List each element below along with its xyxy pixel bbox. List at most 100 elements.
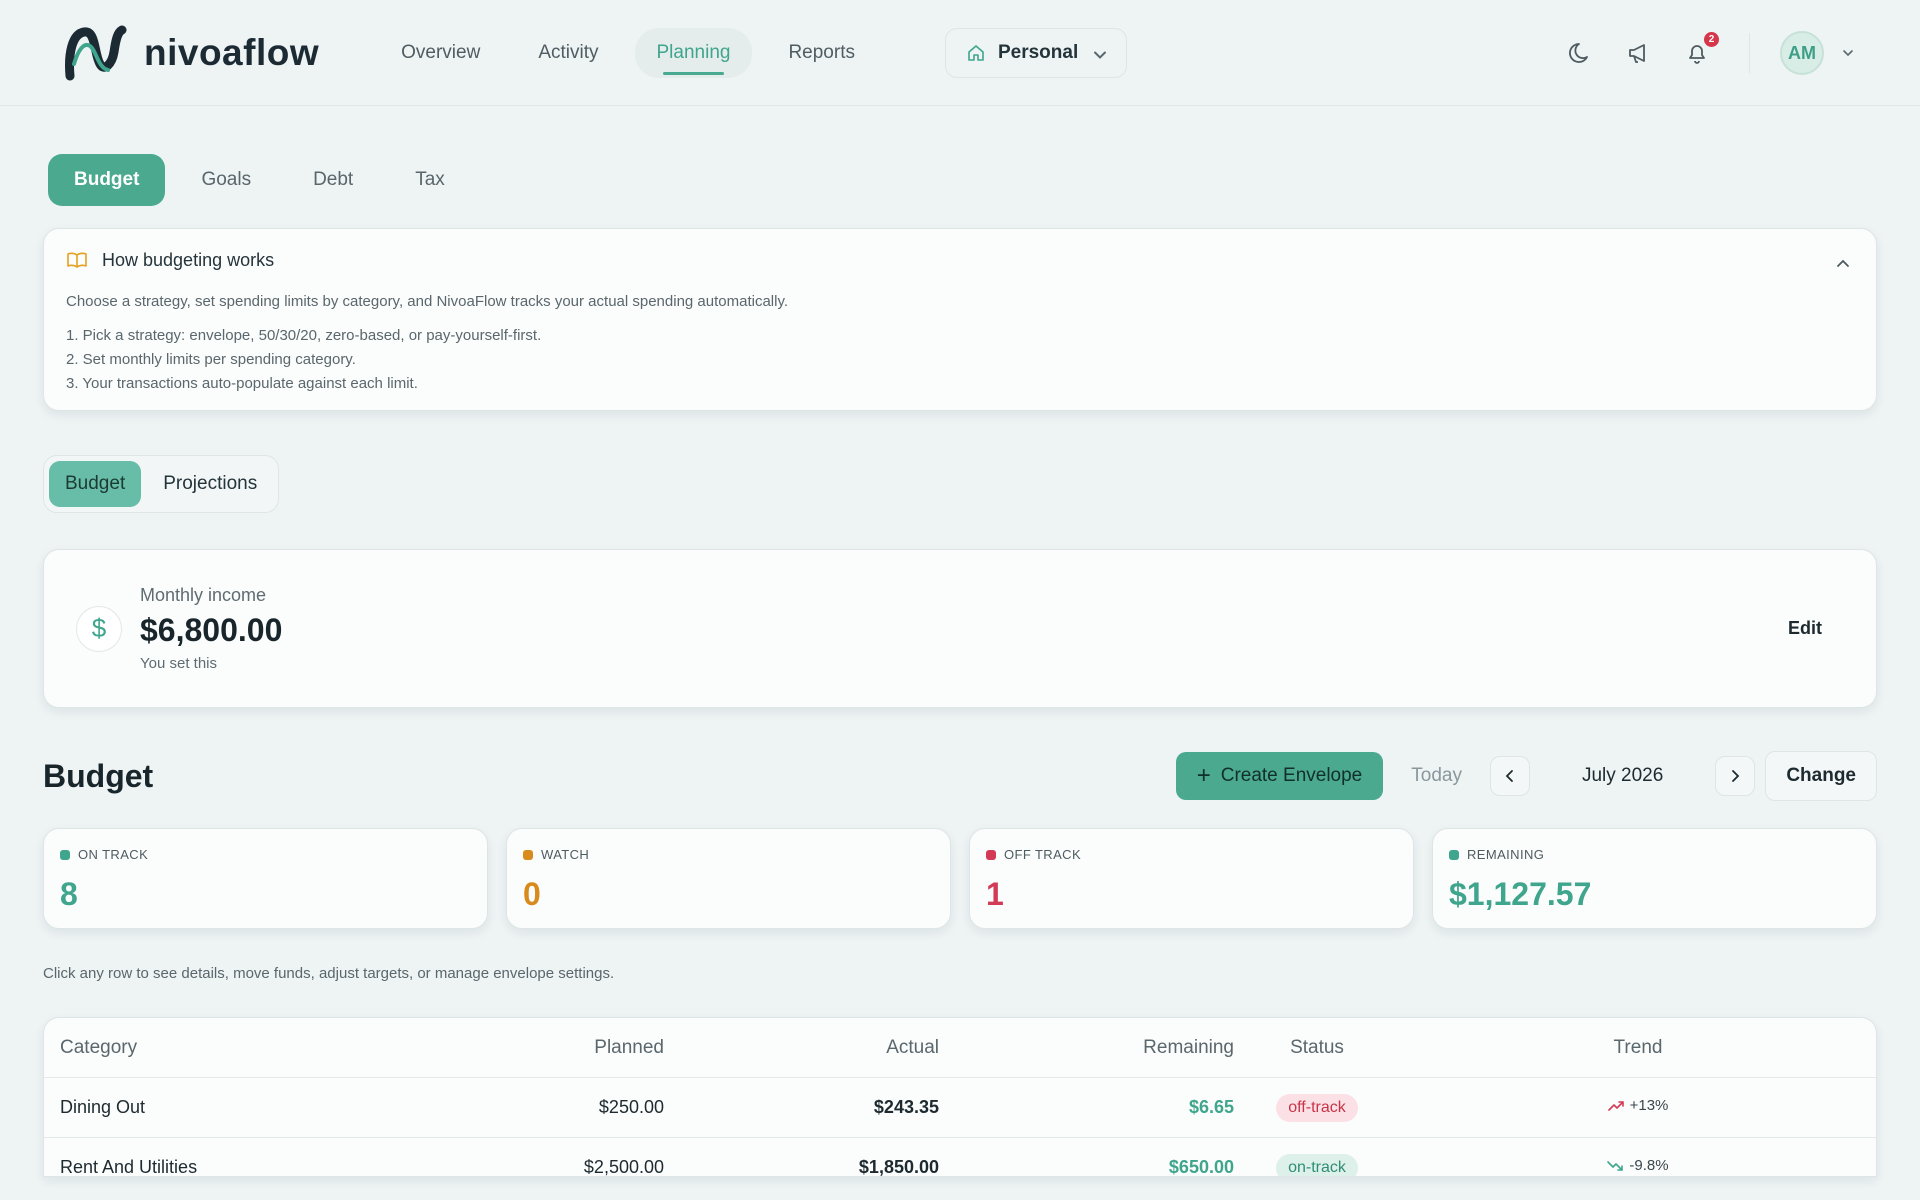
planned-cell: $250.00 (598, 1097, 664, 1117)
stat-value: 8 (60, 876, 78, 912)
next-month-button[interactable] (1715, 756, 1756, 796)
remaining-cell: $650.00 (1168, 1157, 1234, 1177)
brand[interactable]: nivoaflow (64, 24, 319, 82)
column-header-status[interactable]: Status (1234, 1037, 1400, 1059)
plus-icon: + (1196, 762, 1211, 789)
view-segment-control: Budget Projections (43, 455, 280, 513)
table-row[interactable]: Dining Out $250.00 $243.35 $6.65 off-tra… (44, 1078, 1876, 1138)
change-month-button[interactable]: Change (1765, 751, 1877, 801)
category-cell: Rent And Utilities (60, 1157, 198, 1177)
category-cell: Dining Out (60, 1097, 146, 1117)
column-header-trend[interactable]: Trend (1400, 1037, 1876, 1059)
table-header-row: Category Planned Actual Remaining Status… (44, 1018, 1876, 1078)
theme-toggle-moon-icon[interactable] (1567, 39, 1595, 67)
nav-reports[interactable]: Reports (766, 28, 877, 78)
stat-value: $1,127.57 (1449, 876, 1592, 912)
notification-count-badge: 2 (1704, 32, 1719, 47)
stat-on-track: ON TRACK 8 (43, 828, 488, 929)
howto-step: 3. Your transactions auto-populate again… (66, 375, 418, 392)
tab-debt[interactable]: Debt (287, 154, 379, 206)
chevron-down-icon (1840, 45, 1856, 61)
today-button[interactable]: Today (1393, 752, 1480, 800)
avatar: AM (1780, 31, 1824, 75)
status-dot (523, 849, 533, 860)
status-dot (60, 849, 70, 860)
status-badge: off-track (1276, 1093, 1358, 1122)
actual-cell: $243.35 (873, 1097, 939, 1117)
budget-table: Category Planned Actual Remaining Status… (43, 1017, 1877, 1177)
remaining-cell: $6.65 (1188, 1097, 1234, 1117)
stat-label: REMAINING (1467, 847, 1545, 862)
create-envelope-button[interactable]: + Create Envelope (1175, 752, 1384, 800)
budget-header: Budget + Create Envelope Today July 2026… (43, 750, 1877, 802)
stat-remaining: REMAINING $1,127.57 (1432, 828, 1877, 929)
howto-description: Choose a strategy, set spending limits b… (66, 293, 789, 310)
main-nav: Overview Activity Planning Reports (379, 27, 877, 78)
trend-indicator: +13% (1607, 1097, 1669, 1115)
chevron-down-icon (1090, 45, 1107, 61)
status-badge: on-track (1276, 1153, 1358, 1176)
segment-budget[interactable]: Budget (49, 461, 142, 507)
previous-month-button[interactable] (1489, 756, 1530, 796)
chevron-up-icon[interactable] (1834, 255, 1852, 273)
segment-projections[interactable]: Projections (147, 461, 273, 507)
budget-actions: + Create Envelope Today July 2026 Change (1175, 751, 1877, 801)
income-value: $6,800.00 (140, 612, 283, 648)
budget-stats: ON TRACK 8 WATCH 0 OFF TRACK 1 REMAINING… (43, 828, 1877, 929)
home-icon (966, 43, 986, 63)
stat-value: 0 (523, 876, 541, 912)
table-hint: Click any row to see details, move funds… (43, 965, 615, 982)
book-icon (66, 249, 88, 271)
edit-income-button[interactable]: Edit (1788, 618, 1822, 639)
howto-title: How budgeting works (102, 249, 275, 270)
status-dot (1449, 849, 1459, 860)
tab-goals[interactable]: Goals (175, 154, 277, 206)
tab-tax[interactable]: Tax (389, 154, 471, 206)
user-menu[interactable]: AM (1780, 31, 1856, 75)
header-actions: 2 AM (1567, 0, 1856, 106)
nav-activity[interactable]: Activity (516, 28, 620, 78)
nav-planning[interactable]: Planning (634, 27, 753, 78)
actual-cell: $1,850.00 (858, 1157, 939, 1177)
planned-cell: $2,500.00 (583, 1157, 664, 1177)
brand-name: nivoaflow (144, 31, 320, 73)
column-header-actual[interactable]: Actual (664, 1037, 939, 1059)
chevron-left-icon (1502, 768, 1518, 784)
howto-step: 1. Pick a strategy: envelope, 50/30/20, … (66, 327, 542, 344)
column-header-remaining[interactable]: Remaining (939, 1037, 1234, 1059)
column-header-category[interactable]: Category (60, 1037, 430, 1059)
header-divider (1749, 33, 1750, 73)
nivoaflow-logo-icon (64, 24, 130, 82)
workspace-label: Personal (997, 41, 1079, 63)
workspace-switcher[interactable]: Personal (944, 27, 1128, 78)
notifications-bell-icon[interactable]: 2 (1683, 32, 1719, 67)
stat-label: OFF TRACK (1004, 847, 1082, 862)
howto-header[interactable]: How budgeting works (66, 249, 1854, 271)
planning-subtabs: Budget Goals Debt Tax (48, 154, 1877, 206)
tab-budget[interactable]: Budget (48, 154, 166, 206)
howto-step: 2. Set monthly limits per spending categ… (66, 351, 356, 368)
current-month: July 2026 (1581, 765, 1664, 786)
announcements-megaphone-icon[interactable] (1625, 39, 1653, 67)
income-note: You set this (140, 655, 217, 672)
page-title: Budget (43, 757, 154, 794)
trend-value: +13% (1629, 1097, 1669, 1115)
table-row[interactable]: Rent And Utilities $2,500.00 $1,850.00 $… (44, 1138, 1876, 1177)
chevron-right-icon (1727, 768, 1743, 784)
stat-watch: WATCH 0 (506, 828, 951, 929)
monthly-income-card: $ Monthly income $6,800.00 You set this … (43, 549, 1877, 708)
income-label: Monthly income (140, 585, 267, 605)
trend-up-icon (1607, 1099, 1624, 1113)
howto-steps: 1. Pick a strategy: envelope, 50/30/20, … (66, 324, 1854, 396)
top-bar: nivoaflow Overview Activity Planning Rep… (0, 0, 1920, 106)
stat-label: WATCH (541, 847, 590, 862)
column-header-planned[interactable]: Planned (430, 1037, 664, 1059)
stat-value: 1 (986, 876, 1004, 912)
stat-off-track: OFF TRACK 1 (969, 828, 1414, 929)
trend-indicator: -9.8% (1607, 1157, 1669, 1175)
stat-label: ON TRACK (78, 847, 149, 862)
trend-value: -9.8% (1629, 1157, 1669, 1175)
how-budgeting-works-panel: How budgeting works Choose a strategy, s… (43, 228, 1877, 411)
trend-down-icon (1607, 1159, 1624, 1173)
nav-overview[interactable]: Overview (379, 28, 502, 78)
